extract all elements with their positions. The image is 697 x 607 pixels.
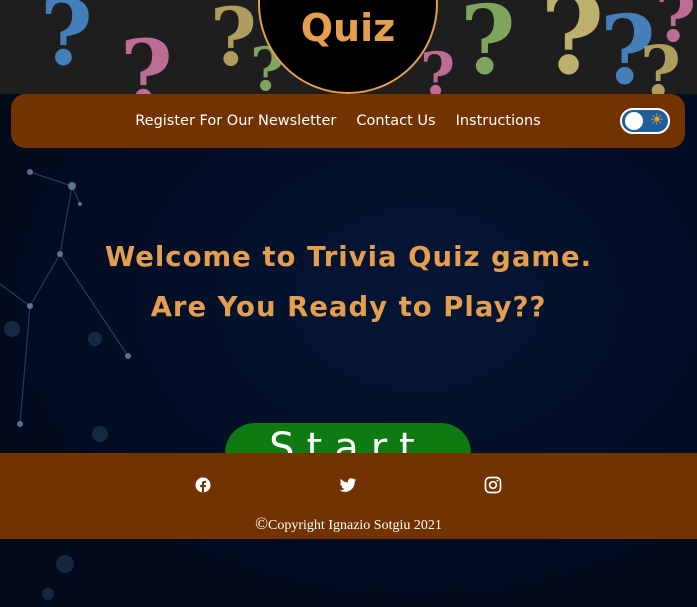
copyright-symbol: © xyxy=(255,514,269,533)
facebook-icon[interactable] xyxy=(193,475,213,495)
logo-text: Quiz xyxy=(300,6,396,50)
welcome-message: Welcome to Trivia Quiz game. Are You Rea… xyxy=(0,232,697,332)
question-mark-decoration: ? xyxy=(120,20,173,94)
twitter-icon[interactable] xyxy=(338,475,358,495)
question-mark-decoration: ? xyxy=(540,0,605,94)
theme-toggle[interactable]: ☀ xyxy=(620,108,670,134)
footer: ©Copyright Ignazio Sotgiu 2021 xyxy=(0,453,697,539)
question-mark-decoration: ? xyxy=(460,0,516,94)
copyright: ©Copyright Ignazio Sotgiu 2021 xyxy=(0,514,697,534)
instagram-icon[interactable] xyxy=(483,475,503,495)
sun-icon: ☀ xyxy=(649,112,664,129)
toggle-knob xyxy=(625,112,643,130)
copyright-text: Copyright Ignazio Sotgiu 2021 xyxy=(268,518,442,533)
welcome-line-2: Are You Ready to Play?? xyxy=(150,291,547,323)
nav-link-instructions[interactable]: Instructions xyxy=(456,113,541,129)
top-navbar: Register For Our Newsletter Contact Us I… xyxy=(11,94,685,148)
nav-link-contact[interactable]: Contact Us xyxy=(356,113,435,129)
nav-link-newsletter[interactable]: Register For Our Newsletter xyxy=(135,113,336,129)
question-mark-decoration: ? xyxy=(40,0,93,86)
nav-links: Register For Our Newsletter Contact Us I… xyxy=(135,113,541,129)
question-mark-decoration: ? xyxy=(640,30,682,94)
welcome-line-1: Welcome to Trivia Quiz game. xyxy=(104,241,593,273)
